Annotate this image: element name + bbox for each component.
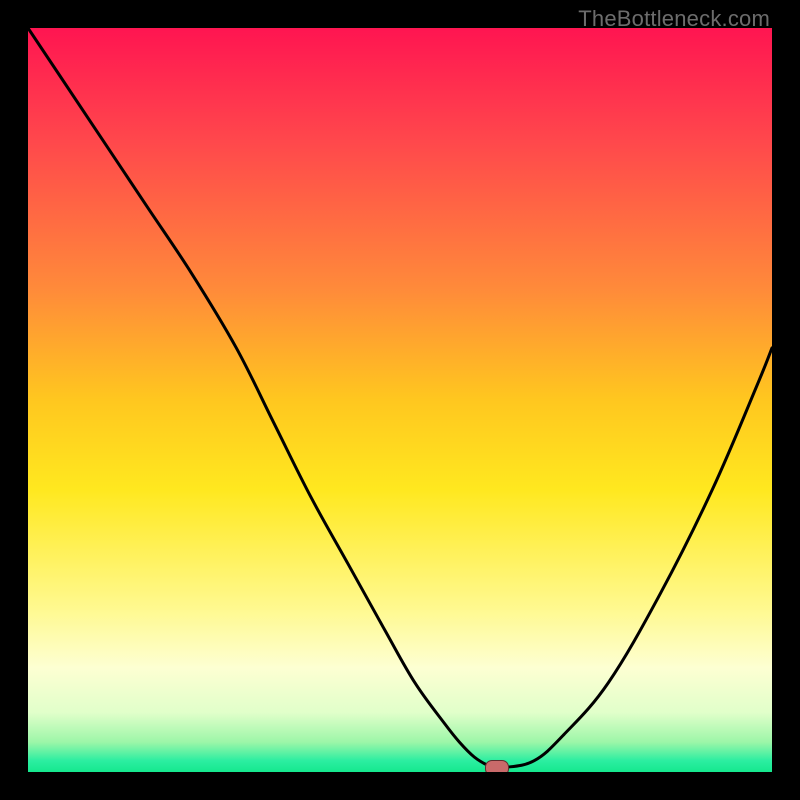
- watermark-text: TheBottleneck.com: [578, 6, 770, 32]
- optimal-point-marker: [485, 760, 509, 772]
- chart-container: TheBottleneck.com: [0, 0, 800, 800]
- plot-area: [28, 28, 772, 772]
- background-heatmap: [28, 28, 772, 772]
